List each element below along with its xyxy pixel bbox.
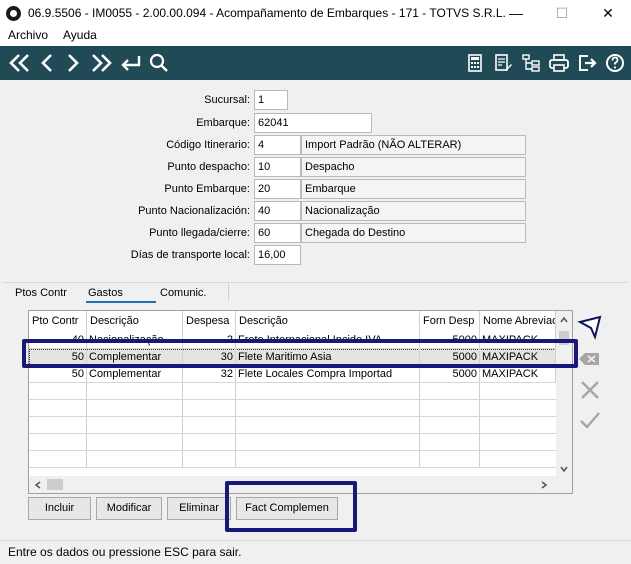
incluir-button[interactable]: Incluir bbox=[28, 497, 91, 520]
column-header-despesa[interactable]: Despesa bbox=[183, 311, 236, 332]
empty-row bbox=[29, 383, 556, 400]
tab-divider bbox=[228, 283, 229, 301]
column-header-nome-abreviado[interactable]: Nome Abreviado bbox=[480, 311, 556, 332]
print-icon[interactable] bbox=[547, 50, 571, 76]
tab-ptos-contr[interactable]: Ptos Contr bbox=[15, 287, 67, 299]
title-bar: 06.9.5506 - IM0055 - 2.00.00.094 - Acomp… bbox=[0, 0, 631, 27]
despacho-field[interactable]: 10 bbox=[254, 157, 301, 177]
cell-despesa: 32 bbox=[183, 366, 236, 382]
minimize-button[interactable]: — bbox=[493, 0, 539, 27]
pto-embarque-label: Punto Embarque: bbox=[164, 183, 250, 195]
cell-forn-desp: 5000 bbox=[420, 366, 480, 382]
toolbar bbox=[0, 46, 631, 80]
calculator-icon[interactable] bbox=[465, 50, 485, 76]
empty-row bbox=[29, 400, 556, 417]
pto-embarque-field[interactable]: 20 bbox=[254, 179, 301, 199]
erase-icon[interactable] bbox=[576, 345, 604, 373]
status-bar: Entre os dados ou pressione ESC para sai… bbox=[0, 540, 631, 564]
exit-icon[interactable] bbox=[576, 50, 598, 76]
help-icon[interactable] bbox=[604, 50, 626, 76]
selected-row-highlight bbox=[22, 339, 578, 368]
sucursal-field[interactable]: 1 bbox=[254, 90, 288, 110]
modificar-button[interactable]: Modificar bbox=[96, 497, 162, 520]
return-icon[interactable] bbox=[118, 50, 144, 76]
itinerario-field[interactable]: 4 bbox=[254, 135, 301, 155]
pointer-icon[interactable] bbox=[576, 313, 604, 341]
sucursal-label: Sucursal: bbox=[204, 94, 250, 106]
confirm-icon[interactable] bbox=[576, 406, 604, 434]
nacionalizacion-field[interactable]: 40 bbox=[254, 201, 301, 221]
itinerario-label: Código Itinerario: bbox=[166, 139, 250, 151]
dias-transporte-label: Días de transporte local: bbox=[130, 249, 250, 261]
scroll-down-icon[interactable] bbox=[559, 463, 569, 473]
tab-gastos-indicator bbox=[86, 301, 156, 303]
tab-comunic[interactable]: Comunic. bbox=[160, 287, 206, 299]
next-icon[interactable] bbox=[64, 50, 82, 76]
cell-descricao-despesa: Flete Locales Compra Importad bbox=[236, 366, 420, 382]
search-icon[interactable] bbox=[148, 50, 170, 76]
cell-descricao: Complementar bbox=[87, 366, 183, 382]
previous-icon[interactable] bbox=[38, 50, 56, 76]
scroll-right-icon[interactable] bbox=[539, 479, 549, 489]
despacho-label: Punto despacho: bbox=[167, 161, 250, 173]
llegada-label: Punto llegada/cierre: bbox=[149, 227, 250, 239]
scroll-left-icon[interactable] bbox=[33, 479, 43, 489]
cell-pto-contr: 50 bbox=[29, 366, 87, 382]
edit-document-icon[interactable] bbox=[492, 50, 514, 76]
embarque-label: Embarque: bbox=[196, 117, 250, 129]
tab-gastos[interactable]: Gastos bbox=[88, 287, 123, 299]
nacionalizacion-label: Punto Nacionalización: bbox=[138, 205, 250, 217]
dias-transporte-field[interactable]: 16,00 bbox=[254, 245, 301, 265]
cell-nome-abreviado: MAXIPACK bbox=[480, 366, 556, 382]
eliminar-button[interactable]: Eliminar bbox=[167, 497, 231, 520]
cancel-icon[interactable] bbox=[576, 376, 604, 404]
table-row[interactable]: 50 Complementar 32 Flete Locales Compra … bbox=[29, 366, 556, 383]
menu-archivo[interactable]: Archivo bbox=[8, 28, 48, 42]
scroll-up-icon[interactable] bbox=[559, 314, 569, 324]
empty-row bbox=[29, 417, 556, 434]
empty-row bbox=[29, 451, 556, 468]
first-icon[interactable] bbox=[8, 50, 32, 76]
tree-icon[interactable] bbox=[520, 50, 542, 76]
app-logo-icon bbox=[6, 6, 21, 21]
nacionalizacion-description: Nacionalização bbox=[301, 201, 526, 221]
llegada-description: Chegada do Destino bbox=[301, 223, 526, 243]
status-text: Entre os dados ou pressione ESC para sai… bbox=[8, 545, 242, 559]
despacho-description: Despacho bbox=[301, 157, 526, 177]
column-header-forn-desp[interactable]: Forn Desp bbox=[420, 311, 480, 332]
itinerario-description: Import Padrão (NÃO ALTERAR) bbox=[301, 135, 526, 155]
expenses-grid[interactable]: Pto Contr Descrição Despesa Descrição Fo… bbox=[28, 310, 573, 494]
fact-button-highlight bbox=[225, 481, 357, 532]
close-button[interactable]: ✕ bbox=[585, 0, 631, 27]
last-icon[interactable] bbox=[89, 50, 113, 76]
column-header-descricao[interactable]: Descrição bbox=[87, 311, 183, 332]
embarque-field[interactable]: 62041 bbox=[254, 113, 372, 133]
column-header-descricao-despesa[interactable]: Descrição bbox=[236, 311, 420, 332]
column-header-pto-contr[interactable]: Pto Contr bbox=[29, 311, 87, 332]
llegada-field[interactable]: 60 bbox=[254, 223, 301, 243]
menu-ayuda[interactable]: Ayuda bbox=[63, 28, 97, 42]
empty-row bbox=[29, 434, 556, 451]
window-title: 06.9.5506 - IM0055 - 2.00.00.094 - Acomp… bbox=[28, 6, 506, 20]
maximize-button[interactable]: ☐ bbox=[539, 0, 585, 27]
scroll-thumb[interactable] bbox=[47, 479, 63, 490]
pto-embarque-description: Embarque bbox=[301, 179, 526, 199]
menu-bar: Archivo Ayuda bbox=[0, 27, 631, 46]
